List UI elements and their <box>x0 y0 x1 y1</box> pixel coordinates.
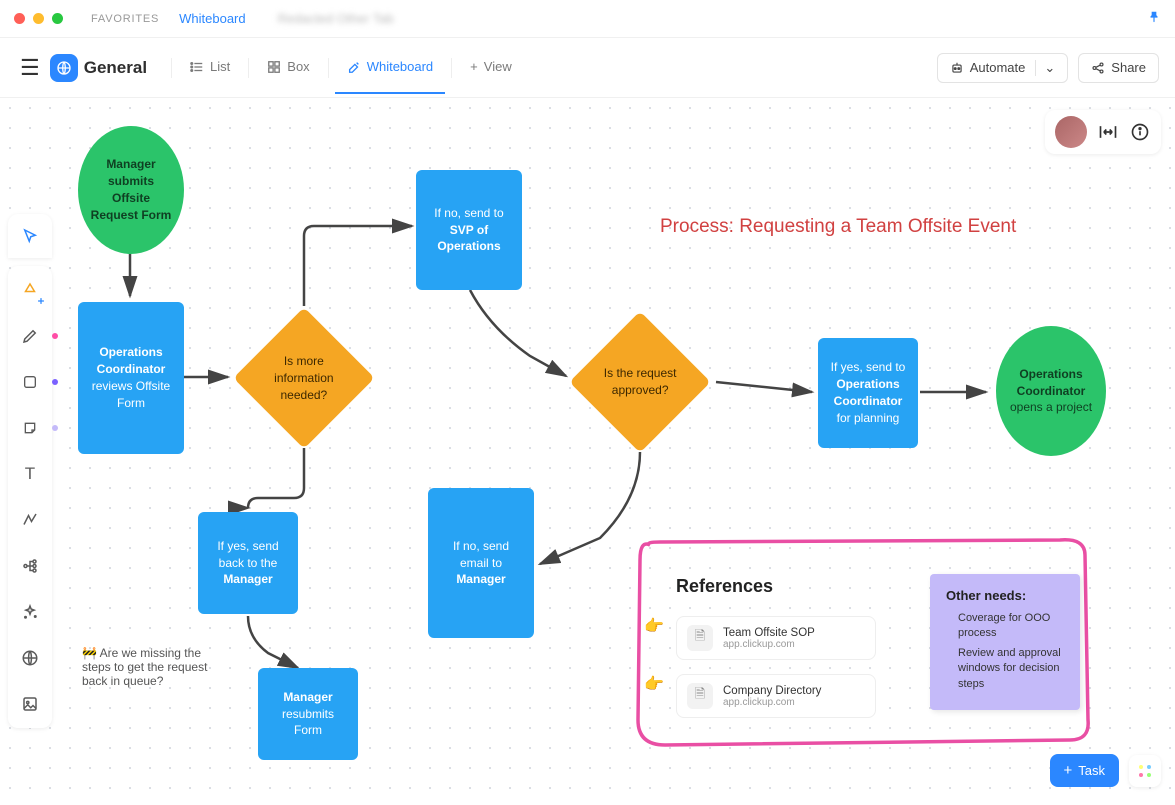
window-bar: FAVORITES Whiteboard Redacted Other Tab <box>0 0 1175 38</box>
view-tab-add-label: View <box>484 59 512 74</box>
chevron-down-icon[interactable]: ⌄ <box>1035 60 1055 76</box>
view-tab-whiteboard[interactable]: Whiteboard <box>335 41 445 94</box>
node-start-text: Manager submits Offsite Request Form <box>88 156 174 223</box>
view-tab-list[interactable]: List <box>178 41 242 94</box>
new-task-button[interactable]: + Task <box>1050 754 1120 787</box>
needs-title: Other needs: <box>946 588 1064 603</box>
whiteboard-canvas[interactable]: T Process: Requesting a Team Offsite Eve… <box>0 98 1175 805</box>
ref-card-title: Team Offsite SOP <box>723 627 815 639</box>
cursor-tool[interactable] <box>16 222 44 250</box>
window-minimize-icon[interactable] <box>33 13 44 24</box>
view-tab-box-label: Box <box>287 59 309 74</box>
window-zoom-icon[interactable] <box>52 13 63 24</box>
needs-sticky[interactable]: Other needs: Coverage for OOO process Re… <box>930 574 1080 710</box>
info-icon[interactable] <box>1129 121 1151 143</box>
view-tab-whiteboard-label: Whiteboard <box>367 59 433 74</box>
avatar[interactable] <box>1055 116 1087 148</box>
tool-strip-cursor <box>8 214 52 258</box>
node-resubmit[interactable]: Manager resubmits Form <box>258 668 358 760</box>
pen-tool[interactable] <box>16 322 44 350</box>
ref-card-directory[interactable]: 🗎 Company Directory app.clickup.com <box>676 674 876 718</box>
window-close-icon[interactable] <box>14 13 25 24</box>
node-planning[interactable]: If yes, send to Operations Coordinator f… <box>818 338 918 448</box>
shapes-tool[interactable] <box>16 276 44 304</box>
node-opens[interactable]: Operations Coordinator opens a project <box>996 326 1106 456</box>
node-moreinfo-text: Is more information needed? <box>264 353 344 403</box>
share-button[interactable]: Share <box>1078 53 1159 83</box>
fit-width-icon[interactable] <box>1097 121 1119 143</box>
automate-button[interactable]: Automate ⌄ <box>937 53 1069 83</box>
node-review[interactable]: Operations Coordinator reviews Offsite F… <box>78 302 184 454</box>
needs-item: Coverage for OOO process <box>958 611 1064 642</box>
sticky-tool[interactable] <box>16 414 44 442</box>
rect-tool[interactable] <box>16 368 44 396</box>
space-icon[interactable] <box>50 54 78 82</box>
node-sendback[interactable]: If yes, send back to the Manager <box>198 512 298 614</box>
node-resubmit-text: Manager resubmits Form <box>268 689 348 739</box>
menu-button[interactable]: ☰ <box>16 51 44 85</box>
web-tool[interactable] <box>16 644 44 672</box>
node-planning-text: If yes, send to Operations Coordinator f… <box>828 359 908 426</box>
connector-tool[interactable] <box>16 506 44 534</box>
ref-card-sub: app.clickup.com <box>723 697 821 708</box>
view-tab-list-label: List <box>210 59 230 74</box>
space-title: General <box>84 58 147 78</box>
favorites-label: FAVORITES <box>91 13 159 25</box>
pointing-hand-icon: 👉 <box>644 616 664 636</box>
node-emailno-text: If no, send email to Manager <box>438 538 524 588</box>
canvas-corner-controls <box>1045 110 1161 154</box>
node-start[interactable]: Manager submits Offsite Request Form <box>78 126 184 254</box>
top-tab-other[interactable]: Redacted Other Tab <box>266 11 406 26</box>
node-approved-text: Is the request approved? <box>600 365 680 399</box>
toolbar: ☰ General List Box Whiteboard + View Aut… <box>0 38 1175 98</box>
view-tab-add[interactable]: + View <box>458 41 524 94</box>
node-approved[interactable]: Is the request approved? <box>569 311 710 452</box>
ai-tool[interactable] <box>16 598 44 626</box>
apps-button[interactable] <box>1129 755 1161 787</box>
ref-card-sop[interactable]: 🗎 Team Offsite SOP app.clickup.com <box>676 616 876 660</box>
doc-icon: 🗎 <box>687 683 713 709</box>
tool-strip-main: T <box>8 266 52 728</box>
node-moreinfo[interactable]: Is more information needed? <box>233 307 374 448</box>
ref-card-sub: app.clickup.com <box>723 639 815 650</box>
node-emailno[interactable]: If no, send email to Manager <box>428 488 534 638</box>
text-tool[interactable]: T <box>16 460 44 488</box>
node-svp[interactable]: If no, send to SVP of Operations <box>416 170 522 290</box>
automate-label: Automate <box>970 60 1026 75</box>
canvas-comment[interactable]: 🚧 Are we missing the steps to get the re… <box>82 646 212 688</box>
share-label: Share <box>1111 60 1146 75</box>
doc-icon: 🗎 <box>687 625 713 651</box>
ref-card-title: Company Directory <box>723 685 821 697</box>
node-opens-text: Operations Coordinator opens a project <box>1006 366 1096 416</box>
node-review-text: Operations Coordinator reviews Offsite F… <box>88 344 174 411</box>
mindmap-tool[interactable] <box>16 552 44 580</box>
node-sendback-text: If yes, send back to the Manager <box>208 538 288 588</box>
task-label: Task <box>1078 763 1105 778</box>
view-tab-box[interactable]: Box <box>255 41 321 94</box>
top-tab-whiteboard[interactable]: Whiteboard <box>167 11 257 26</box>
process-title: Process: Requesting a Team Offsite Event <box>660 216 1016 238</box>
node-svp-text: If no, send to SVP of Operations <box>426 205 512 255</box>
bottom-right-controls: + Task <box>1050 754 1162 787</box>
pointing-hand-icon: 👉 <box>644 674 664 694</box>
needs-item: Review and approval windows for decision… <box>958 646 1064 692</box>
pin-icon[interactable] <box>1147 10 1161 27</box>
image-tool[interactable] <box>16 690 44 718</box>
references-heading: References <box>676 576 773 597</box>
